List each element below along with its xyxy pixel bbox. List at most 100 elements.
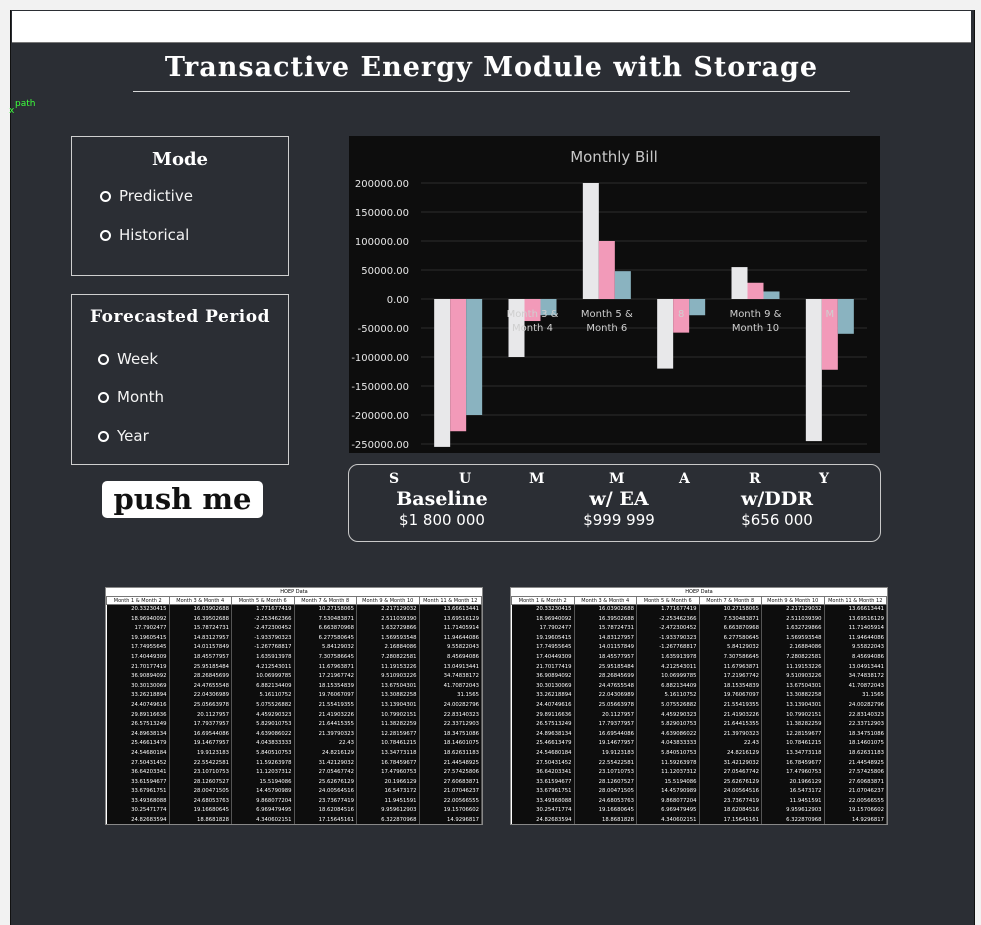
table-cell[interactable]: 17.40449309: [511, 652, 575, 663]
table-cell[interactable]: 33.26218894: [106, 691, 170, 701]
table-cell[interactable]: 5.829010753: [231, 720, 295, 730]
table-cell[interactable]: 13.13904301: [356, 700, 420, 711]
table-header-cell[interactable]: Month 3 & Month 4: [573, 596, 637, 605]
table-cell[interactable]: 10.06999785: [636, 672, 700, 682]
table-cell[interactable]: 24.00564516: [294, 787, 357, 797]
table-cell[interactable]: 5.840510753: [231, 748, 295, 759]
table-cell[interactable]: 7.280822581: [761, 652, 825, 663]
table-cell[interactable]: 33.67961751: [106, 787, 170, 797]
table-cell[interactable]: 33.67961751: [511, 787, 575, 797]
table-cell[interactable]: 6.277580645: [699, 633, 762, 644]
table-cell[interactable]: 24.54680184: [511, 748, 575, 759]
table-cell[interactable]: 1.569593548: [761, 633, 825, 644]
table-cell[interactable]: 10.78461215: [356, 739, 420, 749]
table-cell[interactable]: 19.76067097: [699, 691, 762, 701]
table-cell[interactable]: 22.43: [699, 739, 762, 749]
table-cell[interactable]: 23.10710753: [574, 768, 637, 778]
table-cell[interactable]: 14.45790989: [636, 787, 700, 797]
table-cell[interactable]: 5.16110752: [636, 691, 700, 701]
table-cell[interactable]: 11.12037312: [231, 768, 295, 778]
table-cell[interactable]: 17.7902477: [511, 624, 575, 634]
table-cell[interactable]: 17.40449309: [106, 652, 170, 663]
table-cell[interactable]: 11.9451591: [761, 796, 825, 807]
table-cell[interactable]: 20.1127957: [169, 710, 232, 721]
table-cell[interactable]: 4.639086022: [636, 729, 700, 740]
radio-circle-icon[interactable]: [98, 430, 109, 442]
table-cell[interactable]: 24.40749616: [511, 700, 575, 711]
table-cell[interactable]: 21.55419355: [294, 700, 357, 711]
table-cell[interactable]: 41.70872043: [824, 681, 887, 692]
table-cell[interactable]: 7.307586645: [699, 652, 762, 663]
radio-year[interactable]: Year: [98, 427, 149, 445]
table-cell[interactable]: 18.34751086: [824, 729, 887, 740]
table-cell[interactable]: 11.59263978: [636, 758, 700, 769]
table-cell[interactable]: 11.67963871: [699, 662, 762, 673]
table-cell[interactable]: 14.9296817: [824, 816, 887, 824]
table-cell[interactable]: 31.42129032: [699, 758, 762, 769]
table-cell[interactable]: 1.632729866: [761, 624, 825, 634]
table-cell[interactable]: 24.47655548: [169, 681, 232, 692]
table-cell[interactable]: 16.03902688: [169, 604, 232, 615]
table-cell[interactable]: 24.89638134: [106, 729, 170, 740]
table-cell[interactable]: 24.8216129: [294, 748, 357, 759]
table-cell[interactable]: 1.635913978: [636, 652, 700, 663]
table-cell[interactable]: 25.62676129: [699, 777, 762, 788]
table-cell[interactable]: 12.28159677: [761, 729, 825, 740]
table-cell[interactable]: 11.19153226: [356, 662, 420, 673]
table-cell[interactable]: 22.04306989: [574, 691, 637, 701]
table-cell[interactable]: 29.89116636: [511, 710, 575, 721]
table-cell[interactable]: 4.459290323: [231, 710, 295, 721]
table-cell[interactable]: 18.96940092: [511, 614, 575, 625]
table-cell[interactable]: 19.16680645: [574, 806, 637, 817]
table-cell[interactable]: 27.50431452: [511, 758, 575, 769]
table-cell[interactable]: 26.57513249: [106, 720, 170, 730]
table-cell[interactable]: 20.1966129: [761, 777, 825, 788]
table-cell[interactable]: -1.267768817: [636, 643, 700, 653]
table-cell[interactable]: 19.19605415: [511, 633, 575, 644]
table-cell[interactable]: 34.74838172: [824, 672, 887, 682]
table-cell[interactable]: 11.12037312: [636, 768, 700, 778]
table-cell[interactable]: 18.62084516: [294, 806, 357, 817]
table-header-cell[interactable]: Month 9 & Month 10: [761, 596, 825, 605]
table-cell[interactable]: 2.16884086: [761, 643, 825, 653]
table-cell[interactable]: 24.40749616: [106, 700, 170, 711]
table-cell[interactable]: 9.959612903: [356, 806, 420, 817]
table-cell[interactable]: 13.13904301: [761, 700, 825, 711]
table-cell[interactable]: 22.00566555: [824, 796, 887, 807]
table-cell[interactable]: 14.9296817: [419, 816, 482, 824]
table-cell[interactable]: 16.39502688: [574, 614, 637, 625]
table-cell[interactable]: 18.8681828: [574, 816, 637, 824]
table-cell[interactable]: 22.00566555: [419, 796, 482, 807]
table-cell[interactable]: 18.14601075: [824, 739, 887, 749]
table-cell[interactable]: 11.67963871: [294, 662, 357, 673]
table-cell[interactable]: 24.47655548: [574, 681, 637, 692]
table-cell[interactable]: 21.44548925: [824, 758, 887, 769]
table-cell[interactable]: 17.7902477: [106, 624, 170, 634]
table-cell[interactable]: 24.68053763: [574, 796, 637, 807]
table-cell[interactable]: 22.83140323: [824, 710, 887, 721]
table-cell[interactable]: 13.67504301: [356, 681, 420, 692]
hoep-table-right[interactable]: HOEP Data Month 1 & Month 2 Month 3 & Mont…: [510, 587, 888, 825]
table-cell[interactable]: 24.00282796: [824, 700, 887, 711]
table-header-cell[interactable]: Month 7 & Month 8: [293, 596, 357, 605]
table-cell[interactable]: 10.79902151: [356, 710, 420, 721]
table-cell[interactable]: 19.15706602: [419, 806, 482, 817]
table-cell[interactable]: 4.639086022: [231, 729, 295, 740]
table-cell[interactable]: 22.33712903: [824, 720, 887, 730]
table-cell[interactable]: 6.969479495: [231, 806, 295, 817]
table-header-cell[interactable]: Month 3 & Month 4: [168, 596, 232, 605]
table-cell[interactable]: 31.1565: [419, 691, 482, 701]
table-cell[interactable]: 6.663870968: [699, 624, 762, 634]
table-cell[interactable]: 30.30130069: [511, 681, 575, 692]
table-cell[interactable]: 2.217129032: [356, 604, 420, 615]
table-cell[interactable]: -1.267768817: [231, 643, 295, 653]
table-cell[interactable]: 21.39790323: [294, 729, 357, 740]
table-cell[interactable]: 21.70177419: [511, 662, 575, 673]
radio-historical[interactable]: Historical: [100, 226, 189, 244]
table-cell[interactable]: 16.5473172: [761, 787, 825, 797]
table-cell[interactable]: 17.47960753: [761, 768, 825, 778]
table-cell[interactable]: -2.472300452: [231, 624, 295, 634]
table-cell[interactable]: 13.66613441: [824, 604, 887, 615]
table-cell[interactable]: 9.868077204: [231, 796, 295, 807]
table-cell[interactable]: 30.25471774: [511, 806, 575, 817]
